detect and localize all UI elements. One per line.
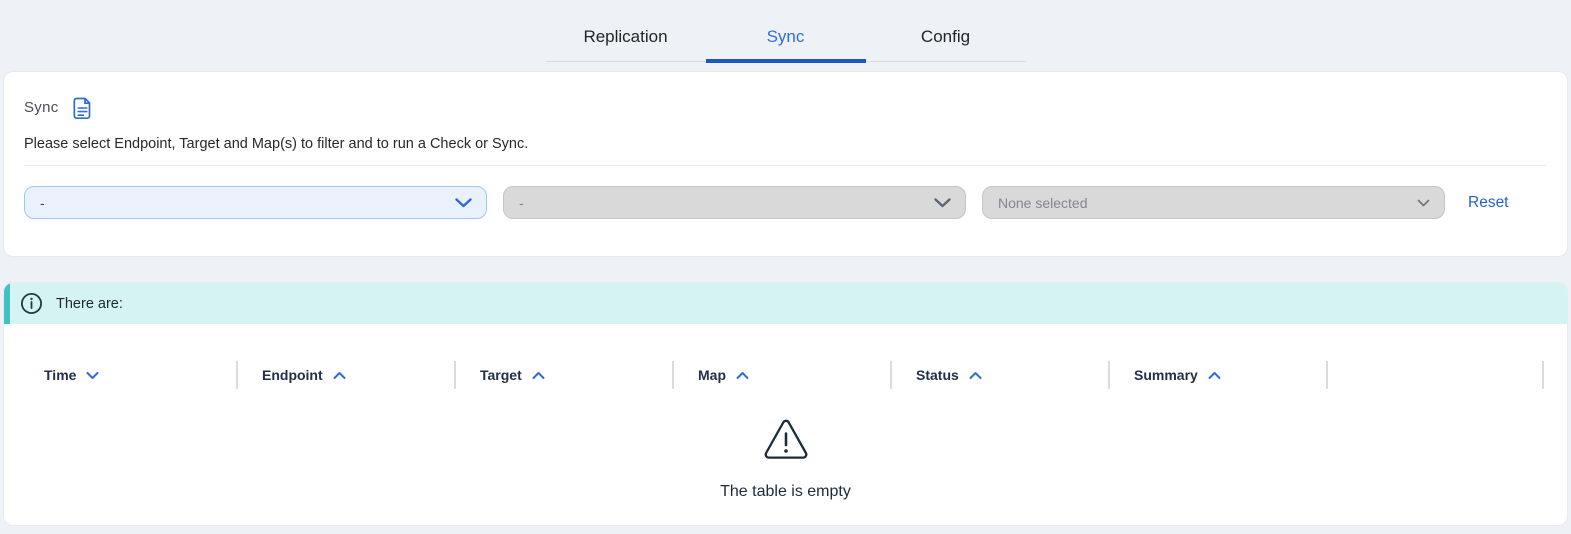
target-select-value: - [519,195,524,211]
tab-replication[interactable]: Replication [546,14,706,61]
endpoint-select-value: - [40,195,45,211]
column-header-target[interactable]: Target [454,361,672,389]
column-label: Summary [1134,367,1198,383]
sort-chevron-icon [532,371,545,380]
tab-config-label: Config [921,27,970,46]
sort-chevron-icon [1208,371,1221,380]
chevron-down-icon [455,198,472,208]
column-label: Endpoint [262,367,323,383]
column-label: Status [916,367,959,383]
tab-sync-label: Sync [767,27,805,46]
info-icon [20,292,43,315]
column-header-time[interactable]: Time [26,361,236,389]
tab-strip: Replication Sync Config [546,14,1026,62]
warning-triangle-icon [761,418,811,464]
chevron-down-icon [934,198,951,208]
results-card: There are: Time Endpoint Target Map [3,282,1568,526]
table-empty-state: The table is empty [4,418,1567,501]
active-tab-underline [706,59,866,63]
page-title: Sync [24,97,59,119]
info-banner-text: There are: [56,296,123,312]
column-header-actions [1326,361,1544,389]
panel-divider [24,165,1547,166]
column-label: Time [44,367,76,383]
maps-multiselect[interactable]: None selected [982,186,1445,219]
reset-button[interactable]: Reset [1468,194,1509,212]
target-select[interactable]: - [503,186,966,219]
endpoint-select[interactable]: - [24,186,487,219]
tab-sync[interactable]: Sync [706,14,866,61]
sort-chevron-icon [333,371,346,380]
sort-chevron-icon [736,371,749,380]
sort-chevron-icon [86,371,99,380]
filter-row: - - None selected Reset [24,186,1547,219]
info-banner: There are: [4,283,1567,324]
maps-multiselect-value: None selected [998,195,1088,211]
sort-chevron-icon [969,371,982,380]
column-header-map[interactable]: Map [672,361,890,389]
table-header: Time Endpoint Target Map Status [26,360,1567,390]
panel-title-row: Sync [24,96,1547,120]
column-label: Map [698,367,726,383]
empty-state-text: The table is empty [4,483,1567,501]
tab-strip-container: Replication Sync Config [0,0,1571,62]
column-label: Target [480,367,522,383]
column-header-status[interactable]: Status [890,361,1108,389]
panel-description: Please select Endpoint, Target and Map(s… [24,136,1547,152]
chevron-down-icon [1417,199,1430,207]
column-header-summary[interactable]: Summary [1108,361,1326,389]
column-header-endpoint[interactable]: Endpoint [236,361,454,389]
sync-panel-card: Sync Please select Endpoint, Target and … [3,71,1568,257]
tab-config[interactable]: Config [866,14,1026,61]
tab-replication-label: Replication [583,27,667,46]
document-icon[interactable] [72,97,93,120]
